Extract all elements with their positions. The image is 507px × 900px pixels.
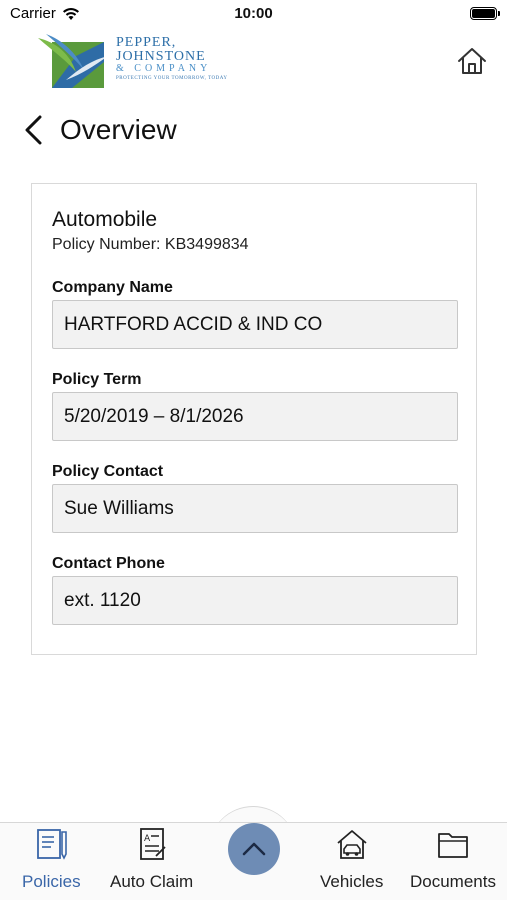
logo-line-1: PEPPER,	[116, 35, 177, 50]
tab-auto-claim-label: Auto Claim	[110, 872, 194, 891]
contact-phone-label: Contact Phone	[52, 555, 165, 572]
company-logo: PEPPER, JOHNSTONE & COMPANY PROTECTING Y…	[36, 32, 236, 92]
policy-type: Automobile	[52, 208, 158, 231]
tab-documents[interactable]: Documents	[410, 826, 496, 892]
vehicles-icon	[337, 830, 367, 859]
tab-documents-label: Documents	[410, 872, 496, 891]
home-button[interactable]	[455, 44, 489, 78]
battery-icon	[470, 7, 500, 20]
company-name-field: HARTFORD ACCID & IND CO	[52, 300, 458, 349]
svg-text:A: A	[144, 834, 151, 844]
tab-vehicles-label: Vehicles	[320, 872, 384, 891]
policy-term-field: 5/20/2019 – 8/1/2026	[52, 392, 458, 441]
company-name-label: Company Name	[52, 279, 173, 296]
tab-auto-claim[interactable]: A Auto Claim	[110, 826, 193, 892]
logo-emblem-icon	[38, 34, 108, 88]
policy-term-label: Policy Term	[52, 371, 142, 388]
policy-contact-label: Policy Contact	[52, 463, 164, 480]
policies-icon	[37, 829, 68, 860]
status-bar: Carrier 10:00	[0, 0, 507, 28]
policy-contact-field: Sue Williams	[52, 484, 458, 533]
logo-wordmark: PEPPER, JOHNSTONE & COMPANY PROTECTING Y…	[116, 35, 228, 82]
policy-card: Automobile Policy Number: KB3499834 Comp…	[31, 183, 477, 655]
documents-icon	[438, 833, 468, 858]
home-icon	[458, 48, 486, 74]
tab-policies-label: Policies	[22, 872, 81, 891]
chevron-up-icon	[242, 842, 266, 856]
back-button[interactable]	[22, 113, 48, 147]
policy-number: Policy Number: KB3499834	[52, 236, 249, 253]
tab-vehicles[interactable]: Vehicles	[320, 826, 383, 892]
chevron-left-icon	[25, 115, 42, 145]
logo-tagline: PROTECTING YOUR TOMORROW, TODAY	[116, 76, 228, 81]
title-row: Overview	[22, 110, 177, 150]
auto-claim-icon: A	[139, 828, 166, 860]
contact-phone-field: ext. 1120	[52, 576, 458, 625]
logo-line-2: JOHNSTONE	[116, 49, 206, 64]
logo-line-3: & COMPANY	[116, 63, 212, 74]
expand-menu-button[interactable]	[228, 823, 280, 875]
page-title: Overview	[60, 114, 177, 145]
status-time: 10:00	[234, 5, 273, 22]
tab-policies[interactable]: Policies	[22, 826, 81, 892]
